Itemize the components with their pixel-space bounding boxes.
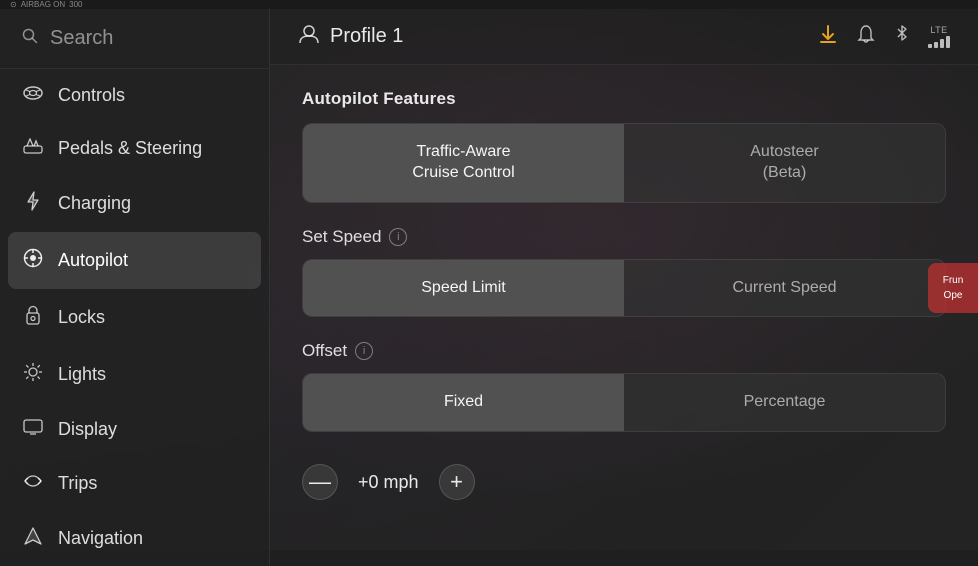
sidebar-item-label-autopilot: Autopilot <box>58 250 128 271</box>
speed-plus-btn[interactable]: + <box>439 464 475 500</box>
sidebar-item-charging[interactable]: Charging <box>0 175 269 232</box>
tacc-option[interactable]: Traffic-AwareCruise Control <box>303 124 624 202</box>
bell-icon[interactable] <box>856 24 876 49</box>
download-icon[interactable] <box>818 24 838 49</box>
offset-toggle-group: Fixed Percentage <box>302 373 946 432</box>
lte-label: LTE <box>930 25 947 35</box>
sidebar: Search Controls <box>0 9 270 566</box>
sidebar-item-lights[interactable]: Lights <box>0 346 269 403</box>
top-bar: ⊙ AIRBAG ON 300 <box>0 0 978 9</box>
autopilot-features-title: Autopilot Features <box>302 89 946 109</box>
right-panel-hint: Frun Ope <box>928 263 978 313</box>
set-speed-label: Set Speed <box>302 227 381 247</box>
locks-icon <box>22 305 44 330</box>
header-icons: LTE <box>818 24 950 49</box>
profile-icon <box>298 23 320 50</box>
search-label: Search <box>50 27 113 50</box>
sidebar-item-display[interactable]: Display <box>0 403 269 456</box>
trips-icon <box>22 472 44 495</box>
percentage-option[interactable]: Percentage <box>624 374 945 431</box>
speed-minus-btn[interactable]: — <box>302 464 338 500</box>
nav-items: Controls Pedals & Steering <box>0 69 269 566</box>
navigation-icon <box>22 527 44 550</box>
autopilot-icon <box>22 248 44 273</box>
charging-icon <box>22 191 44 216</box>
sidebar-item-label-locks: Locks <box>58 307 105 328</box>
main-layout: Search Controls <box>0 9 978 566</box>
fixed-label: Fixed <box>444 393 483 410</box>
header-bar: Profile 1 <box>270 9 978 65</box>
current-speed-option[interactable]: Current Speed <box>624 260 945 317</box>
lte-indicator: LTE <box>928 25 950 48</box>
fixed-option[interactable]: Fixed <box>303 374 624 431</box>
autopilot-toggle-group: Traffic-AwareCruise Control Autosteer(Be… <box>302 123 946 203</box>
sidebar-item-label-trips: Trips <box>58 473 97 494</box>
speed-display: +0 mph <box>358 472 419 493</box>
signal-bar-2 <box>934 42 938 48</box>
sidebar-item-controls[interactable]: Controls <box>0 69 269 122</box>
sidebar-item-label-navigation: Navigation <box>58 528 143 549</box>
profile-name: Profile 1 <box>330 25 403 48</box>
settings-content: Autopilot Features Traffic-AwareCruise C… <box>270 65 978 566</box>
bluetooth-icon[interactable] <box>894 24 910 49</box>
lights-icon <box>22 362 44 387</box>
speed-limit-option[interactable]: Speed Limit <box>303 260 624 317</box>
offset-label: Offset <box>302 341 347 361</box>
signal-bar-1 <box>928 44 932 48</box>
percentage-label: Percentage <box>744 393 826 410</box>
set-speed-toggle-group: Speed Limit Current Speed <box>302 259 946 318</box>
set-speed-info-icon[interactable]: i <box>389 228 407 246</box>
sidebar-item-trips[interactable]: Trips <box>0 456 269 511</box>
autosteer-option[interactable]: Autosteer(Beta) <box>624 124 945 202</box>
offset-row: Offset i <box>302 341 946 361</box>
speed-stepper: — +0 mph + <box>302 456 946 508</box>
set-speed-row: Set Speed i <box>302 227 946 247</box>
speed-limit-label: Speed Limit <box>421 279 506 296</box>
pedals-icon <box>22 138 44 159</box>
signal-bars <box>928 36 950 48</box>
sidebar-item-autopilot[interactable]: Autopilot <box>8 232 261 289</box>
sidebar-item-pedals[interactable]: Pedals & Steering <box>0 122 269 175</box>
sidebar-item-label-display: Display <box>58 419 117 440</box>
signal-bar-4 <box>946 36 950 48</box>
sidebar-item-label-lights: Lights <box>58 364 106 385</box>
search-bar[interactable]: Search <box>0 9 269 69</box>
current-speed-label: Current Speed <box>732 279 836 296</box>
sidebar-item-label-pedals: Pedals & Steering <box>58 138 202 159</box>
airbag-icon: ⊙ <box>10 0 17 9</box>
content-area: Profile 1 <box>270 9 978 566</box>
profile-section: Profile 1 <box>298 23 802 50</box>
right-hint-line1: Frun <box>943 275 964 286</box>
signal-bar-3 <box>940 39 944 48</box>
sidebar-item-navigation[interactable]: Navigation <box>0 511 269 566</box>
tacc-label: Traffic-AwareCruise Control <box>412 143 514 181</box>
sidebar-item-label-charging: Charging <box>58 193 131 214</box>
controls-icon <box>22 86 44 105</box>
sidebar-item-locks[interactable]: Locks <box>0 289 269 346</box>
autosteer-label: Autosteer(Beta) <box>750 143 818 181</box>
right-hint-line2: Ope <box>944 290 963 301</box>
airbag-badge: ⊙ AIRBAG ON 300 <box>10 0 83 9</box>
sidebar-item-label-controls: Controls <box>58 85 125 106</box>
display-icon <box>22 419 44 440</box>
offset-info-icon[interactable]: i <box>355 342 373 360</box>
search-icon <box>22 28 38 49</box>
